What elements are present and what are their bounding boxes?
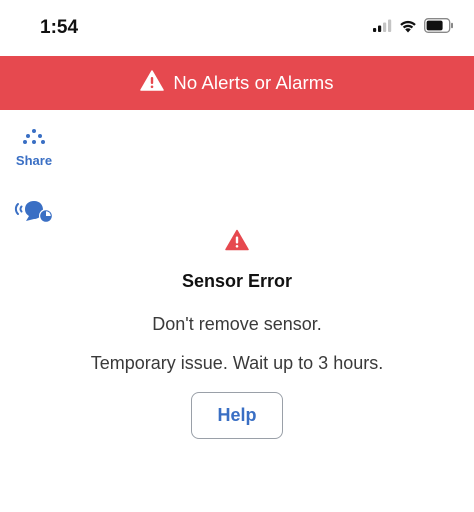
share-label: Share <box>15 153 53 168</box>
sensor-error-title: Sensor Error <box>181 271 293 291</box>
followers-button[interactable] <box>12 199 54 225</box>
warning-triangle-icon <box>140 70 165 96</box>
wifi-icon <box>399 19 417 38</box>
alert-banner[interactable]: No Alerts or Alarms <box>0 56 474 110</box>
share-button[interactable]: Share <box>10 128 58 170</box>
sensor-error-message-1: Don't remove sensor. <box>152 314 322 334</box>
share-dots-icon <box>23 128 45 149</box>
help-button[interactable]: Help <box>191 392 283 439</box>
status-icons <box>373 18 454 38</box>
cellular-signal-icon <box>373 19 392 37</box>
status-time: 1:54 <box>40 17 79 38</box>
alert-banner-text: No Alerts or Alarms <box>173 72 334 93</box>
sensor-error-message-2: Temporary issue. Wait up to 3 hours. <box>90 353 384 373</box>
app-screen: 1:54 No Alerts or Alarms Share Sensor Er… <box>0 0 474 512</box>
status-bar: 1:54 <box>0 0 474 56</box>
error-warning-icon <box>225 229 249 251</box>
followers-icon <box>12 201 54 229</box>
battery-icon <box>424 18 454 38</box>
